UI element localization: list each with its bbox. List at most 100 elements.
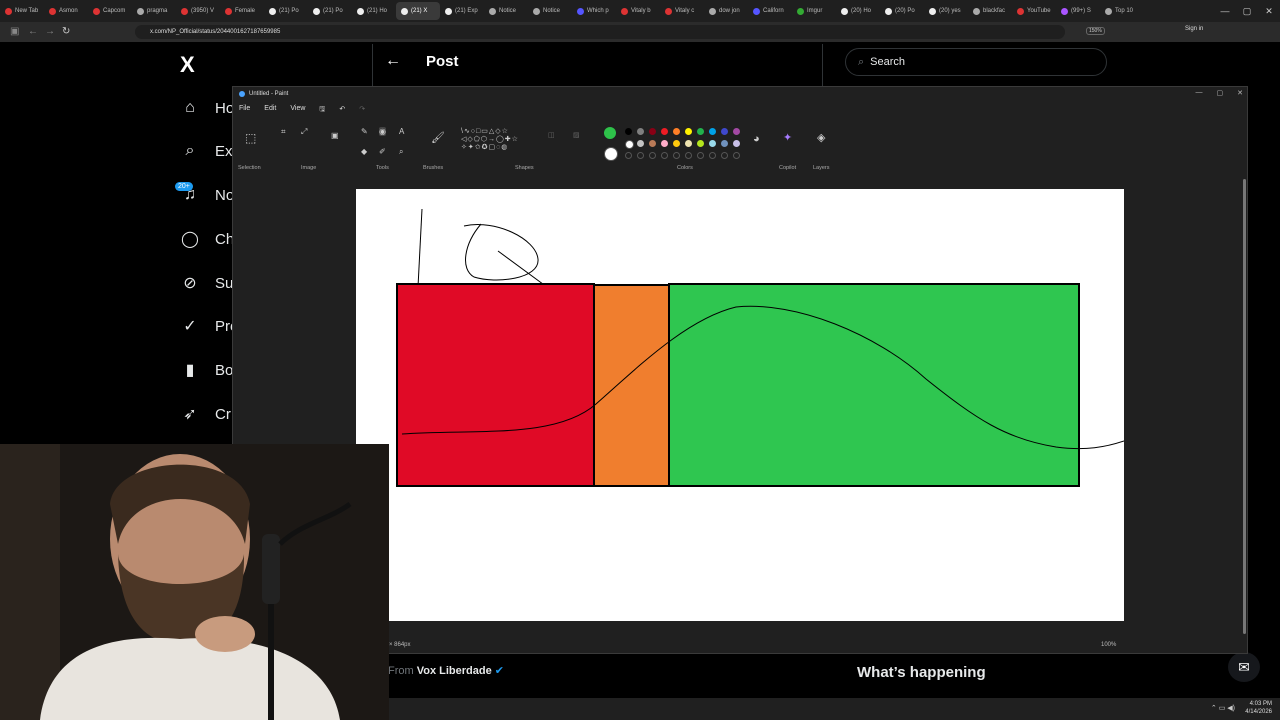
browser-tab[interactable]: (21) Po [264,2,308,20]
search-input[interactable]: ⌕ Search [845,48,1107,76]
browser-tab[interactable]: pragma [132,2,176,20]
browser-tab[interactable]: (20) Ho [836,2,880,20]
color-swatch[interactable] [721,128,728,135]
color-swatch[interactable] [697,128,704,135]
sign-in-button[interactable]: Sign in [1185,26,1203,32]
browser-tab[interactable]: (21) Po [308,2,352,20]
color-swatch[interactable] [625,140,634,149]
color-swatch[interactable] [733,140,740,147]
color-swatch[interactable] [685,128,692,135]
pencil-icon[interactable]: ✎ [361,127,368,136]
layers-icon[interactable]: ◈ [817,131,825,144]
x-logo[interactable]: X [180,52,195,78]
outline-icon[interactable]: ◫ [548,131,555,139]
zoom-badge[interactable]: 150% [1086,27,1105,35]
crop-icon[interactable]: ⌗ [281,127,286,137]
quoted-from-line[interactable]: From Vox Liberdade ✔ [388,664,504,677]
empty-color-slot[interactable] [721,152,728,159]
empty-color-slot[interactable] [649,152,656,159]
color-swatch[interactable] [661,128,668,135]
zoom-level[interactable]: 100% [1101,642,1116,648]
sidebar-item-grok[interactable]: ⊘ Su [180,273,233,293]
empty-color-slot[interactable] [697,152,704,159]
empty-color-slot[interactable] [661,152,668,159]
color-swatch[interactable] [637,128,644,135]
sidebar-item-rocket[interactable]: ➶ Cr [180,404,231,424]
empty-color-slot[interactable] [637,152,644,159]
taskbar-clock[interactable]: 4:03 PM 4/14/2026 [1245,700,1272,716]
menu-edit[interactable]: Edit [264,105,276,116]
browser-tab[interactable]: Capcom [88,2,132,20]
color-swatch[interactable] [709,128,716,135]
browser-tab[interactable]: Which p [572,2,616,20]
sidebar-item-home[interactable]: ⌂ Ho [180,98,234,118]
paint-canvas[interactable] [356,189,1125,621]
empty-color-slot[interactable] [685,152,692,159]
sidebar-item-chat[interactable]: ◯ Ch [180,229,234,249]
eraser-icon[interactable]: ◆ [361,147,367,156]
browser-tab[interactable]: dow jon [704,2,748,20]
shapes-gallery[interactable]: \∿○□▭△◇☆ ◁◇⬠⬡→◯✚☆ ✧✦✩✪▢◌◍ [461,127,519,151]
color-swatch[interactable] [697,140,704,147]
color-swatch[interactable] [721,140,728,147]
sidebar-item-search[interactable]: ⌕ Ex [180,141,233,161]
author-name[interactable]: Vox Liberdade [417,665,492,677]
color-swatch[interactable] [637,140,644,147]
fill-style-icon[interactable]: ▨ [573,131,580,139]
forward-icon[interactable]: → [45,26,55,37]
fill-icon[interactable]: ◉ [379,127,386,136]
maximize-icon[interactable]: ▢ [1217,89,1224,97]
resize-icon[interactable]: ⤢ [301,127,307,137]
image-select-icon[interactable]: ▣ [331,131,339,140]
browser-tab[interactable]: (20) Po [880,2,924,20]
browser-tab[interactable]: (3950) V [176,2,220,20]
color-swatch[interactable] [649,140,656,147]
minimize-icon[interactable]: — [1214,6,1236,16]
color-swatch[interactable] [649,128,656,135]
browser-tab[interactable]: (20) yes [924,2,968,20]
browser-tab[interactable]: Top 10 [1100,2,1144,20]
sidebar-toggle-icon[interactable]: ▣ [10,26,19,37]
maximize-icon[interactable]: ▢ [1236,6,1258,17]
close-icon[interactable]: ✕ [1258,6,1280,17]
edit-colors-icon[interactable]: ◕ [753,133,760,145]
empty-color-slot[interactable] [625,152,632,159]
browser-tab[interactable]: Vitaly b [616,2,660,20]
browser-tab[interactable]: Asmon [44,2,88,20]
color-swatch[interactable] [661,140,668,147]
color-swatch[interactable] [709,140,716,147]
browser-tab[interactable]: Californ [748,2,792,20]
copilot-icon[interactable]: ✦ [783,131,792,144]
save-icon[interactable]: 🖫 [319,105,325,116]
magnifier-icon[interactable]: ⌕ [399,147,403,157]
back-icon[interactable]: ← [28,26,38,37]
color-swatch[interactable] [673,128,680,135]
color-picker-icon[interactable]: ✐ [379,147,386,156]
browser-tab[interactable]: Imgur [792,2,836,20]
reload-icon[interactable]: ↻ [62,26,70,37]
color-swatch[interactable] [673,140,680,147]
vertical-scrollbar[interactable] [1243,179,1246,634]
color-swatch[interactable] [733,128,740,135]
browser-tab[interactable]: (21) Ho [352,2,396,20]
empty-color-slot[interactable] [673,152,680,159]
undo-icon[interactable]: ↶ [339,105,345,116]
empty-color-slot[interactable] [709,152,716,159]
browser-tab[interactable]: Vitaly c [660,2,704,20]
tray-icons[interactable]: ⌃ ▭ ◀) [1211,704,1235,712]
selection-icon[interactable]: ⬚ [245,131,256,145]
browser-tab[interactable]: Notice [528,2,572,20]
color-swatch[interactable] [685,140,692,147]
color-swatch[interactable] [604,147,618,161]
messages-fab-icon[interactable]: ✉ [1228,652,1260,682]
back-arrow-icon[interactable]: ← [385,52,401,70]
browser-tab[interactable]: YouTube [1012,2,1056,20]
browser-tab[interactable]: (21) Exp [440,2,484,20]
url-field[interactable]: x.com/NP_Official/status/204400162718765… [135,25,1065,39]
browser-tab[interactable]: blackfac [968,2,1012,20]
browser-tab[interactable]: (21) X [396,2,440,20]
sidebar-item-verified[interactable]: ✓ Pre [180,316,238,336]
color-swatch[interactable] [604,127,616,139]
redo-icon[interactable]: ↷ [359,105,365,116]
browser-tab[interactable]: (99+) S [1056,2,1100,20]
